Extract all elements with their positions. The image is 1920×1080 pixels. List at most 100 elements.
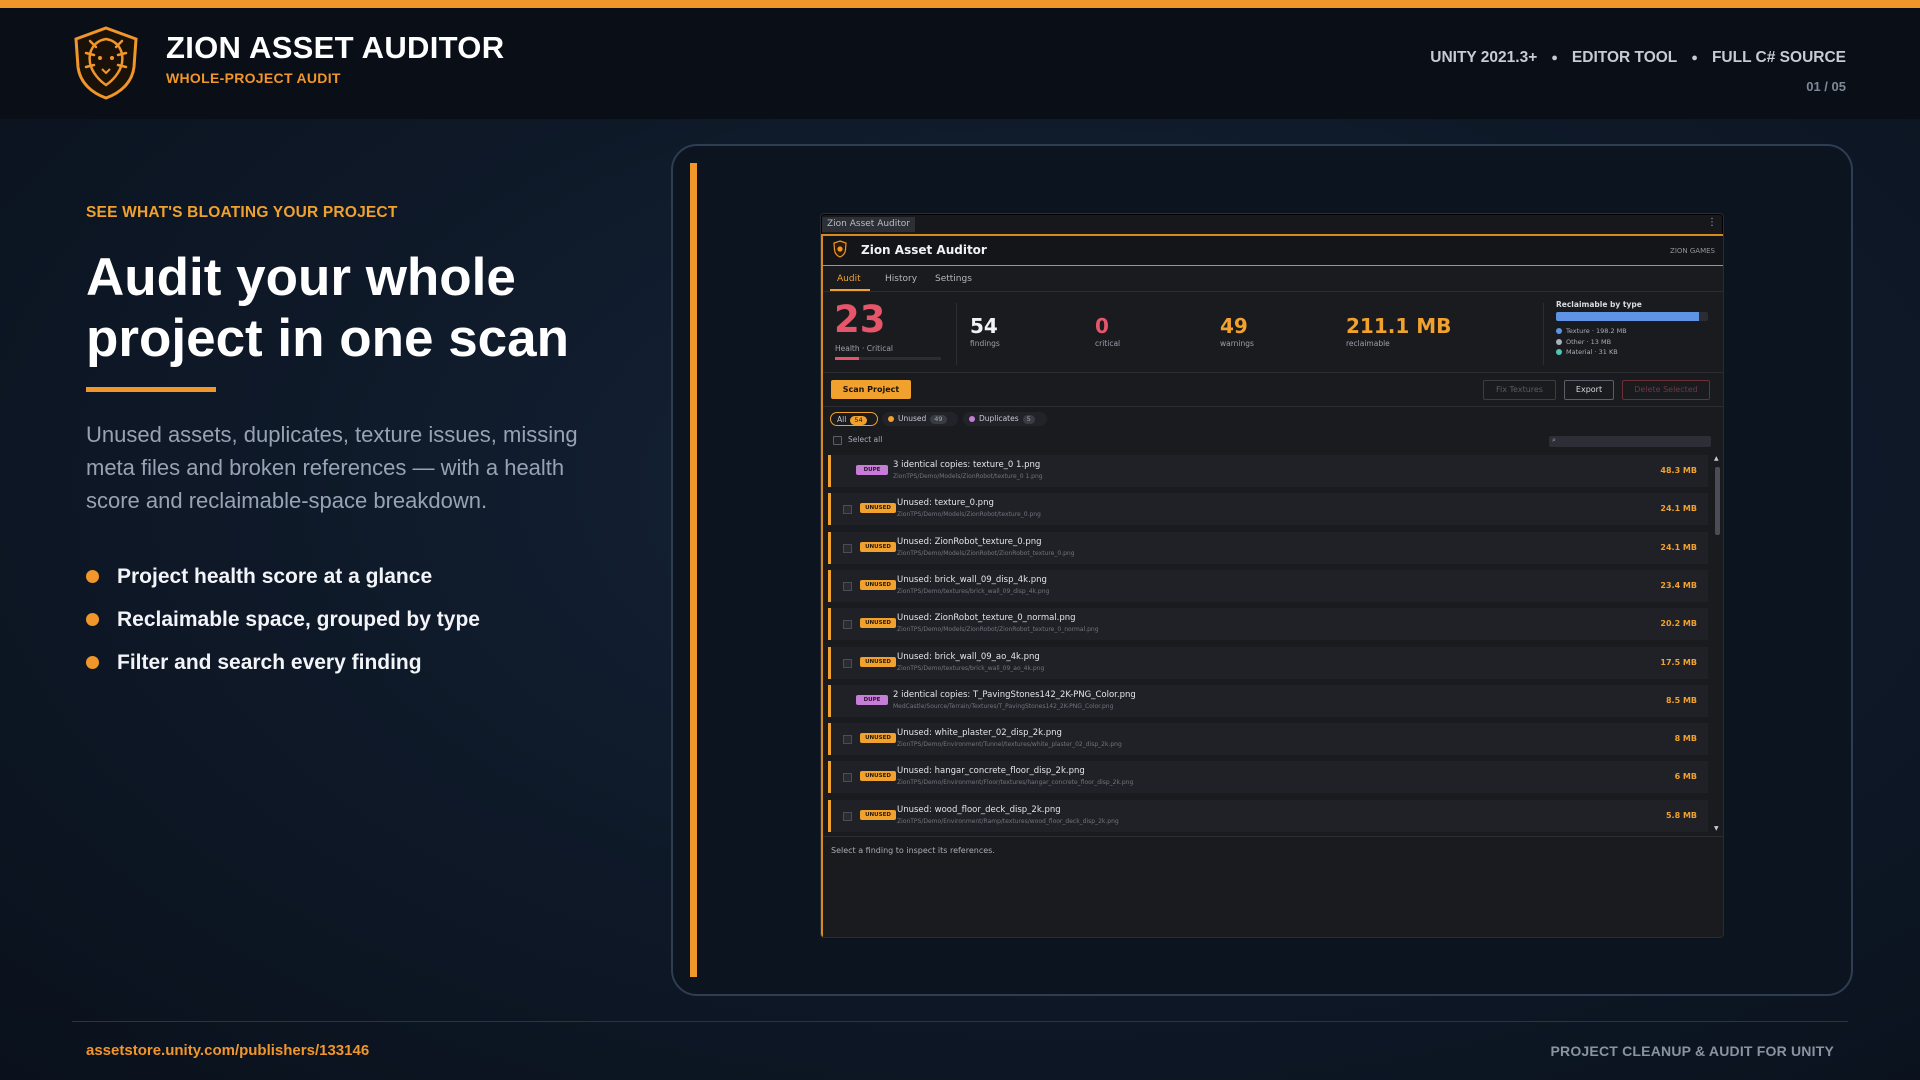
- checkbox-icon: [833, 435, 842, 445]
- active-tab-indicator: [830, 289, 870, 291]
- select-all-label: Select all: [848, 435, 883, 444]
- scroll-up-icon[interactable]: ▲: [1714, 455, 1719, 462]
- separator-dot-icon: ●: [1691, 52, 1698, 64]
- finding-path: ZionTPS/Demo/textures/brick_wall_09_disp…: [897, 587, 1050, 595]
- window-tab[interactable]: Zion Asset Auditor: [822, 217, 916, 232]
- finding-size: 8 MB: [1674, 734, 1697, 744]
- health-bar: [835, 357, 941, 360]
- legend-label: Texture · 198.2 MB: [1566, 327, 1627, 335]
- row-checkbox[interactable]: [843, 735, 852, 745]
- row-checkbox[interactable]: [843, 620, 852, 630]
- duplicate-dot-icon: [969, 416, 975, 422]
- select-all-checkbox[interactable]: Select all: [833, 435, 882, 445]
- auditor-panel: Zion Asset Auditor ZION GAMES Audit Hist…: [821, 234, 1723, 937]
- finding-row[interactable]: UNUSED Unused: ZionRobot_texture_0_normal…: [828, 608, 1708, 641]
- finding-row[interactable]: UNUSED Unused: texture_0.png ZionTPS/Demo/…: [828, 493, 1708, 526]
- publisher-link[interactable]: assetstore.unity.com/publishers/133146: [86, 1042, 369, 1059]
- filter-label: Unused: [898, 414, 927, 423]
- filter-label: Duplicates: [979, 414, 1019, 423]
- finding-size: 5.8 MB: [1665, 810, 1697, 820]
- health-label: Health · Critical: [835, 344, 894, 353]
- finding-path: ZionTPS/Demo/Models/ZionRobot/texture_0.…: [897, 511, 1041, 519]
- legend-item: Texture · 198.2 MB: [1556, 326, 1627, 337]
- lion-shield-logo-icon: [833, 240, 847, 258]
- findings-scrollbar[interactable]: ▲ ▼: [1714, 455, 1720, 833]
- legend-dot-icon: [1556, 328, 1562, 334]
- frame-accent-bar: [690, 163, 697, 977]
- feature-label: Filter and search every finding: [117, 650, 422, 674]
- finding-path: MedCastle/Source/Terrain/Textures/T_Pavi…: [893, 702, 1114, 710]
- filter-count: 5: [1022, 415, 1035, 424]
- feature-item: Project health score at a glance: [86, 555, 480, 598]
- feature-label: Reclaimable space, grouped by type: [117, 607, 480, 631]
- app-header: Zion Asset Auditor ZION GAMES: [823, 236, 1723, 266]
- row-checkbox[interactable]: [843, 811, 852, 821]
- stats-divider: [956, 303, 957, 365]
- brand-title: ZION ASSET AUDITOR: [166, 30, 505, 65]
- finding-size: 20.2 MB: [1660, 619, 1697, 629]
- tab-history[interactable]: History: [885, 274, 917, 284]
- finding-type-badge: DUPE: [856, 465, 888, 475]
- filter-unused-chip[interactable]: Unused 49: [882, 412, 958, 426]
- row-checkbox[interactable]: [843, 773, 852, 783]
- delete-selected-button[interactable]: Delete Selected: [1622, 380, 1710, 400]
- feature-item: Filter and search every finding: [86, 641, 480, 684]
- tab-settings[interactable]: Settings: [935, 274, 972, 284]
- texture-share-fill: [1556, 312, 1699, 321]
- kebab-menu-icon[interactable]: ⋮: [1707, 217, 1717, 228]
- legend-dot-icon: [1556, 338, 1562, 345]
- fix-textures-button[interactable]: Fix Textures: [1483, 380, 1556, 400]
- search-input[interactable]: ⌕: [1549, 436, 1711, 447]
- finding-title: Unused: texture_0.png: [897, 498, 994, 509]
- finding-title: Unused: brick_wall_09_ao_4k.png: [897, 651, 1040, 662]
- reclaimable-legend: Texture · 198.2 MB Other · 13 MB Materia…: [1556, 326, 1627, 358]
- finding-type-badge: UNUSED: [860, 579, 896, 590]
- scroll-down-icon[interactable]: ▼: [1714, 825, 1719, 832]
- findings-label: findings: [970, 339, 1000, 348]
- finding-path: ZionTPS/Demo/textures/brick_wall_09_ao_4…: [897, 664, 1045, 672]
- feature-item: Reclaimable space, grouped by type: [86, 598, 480, 641]
- finding-title: Unused: ZionRobot_texture_0.png: [897, 536, 1042, 547]
- meta-source: FULL C# SOURCE: [1711, 49, 1846, 66]
- editor-window: Zion Asset Auditor ⋮ Zion Asset Auditor …: [820, 213, 1724, 938]
- finding-title: Unused: ZionRobot_texture_0_normal.png: [897, 613, 1076, 624]
- row-checkbox[interactable]: [843, 658, 852, 668]
- finding-type-badge: UNUSED: [860, 809, 896, 820]
- finding-row[interactable]: UNUSED Unused: ZionRobot_texture_0.png Zio…: [828, 531, 1708, 564]
- tab-audit[interactable]: Audit: [837, 274, 861, 284]
- finding-size: 24.1 MB: [1660, 504, 1697, 514]
- finding-size: 6 MB: [1674, 772, 1697, 782]
- finding-row[interactable]: UNUSED Unused: brick_wall_09_disp_4k.png Z…: [828, 569, 1708, 602]
- footer-tagline: PROJECT CLEANUP & AUDIT FOR UNITY: [1550, 1043, 1834, 1059]
- meta-unity-version: UNITY 2021.3+: [1430, 49, 1538, 66]
- health-score: 23: [834, 298, 886, 341]
- scroll-thumb[interactable]: [1715, 467, 1720, 535]
- meta-editor-tool: EDITOR TOOL: [1571, 49, 1678, 66]
- stats-panel: 23 Health · Critical 54 findings 0 criti…: [823, 293, 1723, 373]
- finding-size: 17.5 MB: [1660, 657, 1697, 667]
- critical-count: 0: [1095, 314, 1109, 338]
- app-title: Zion Asset Auditor: [861, 243, 987, 257]
- filter-duplicates-chip[interactable]: Duplicates 5: [963, 412, 1047, 426]
- finding-row[interactable]: UNUSED Unused: brick_wall_09_ao_4k.png Zio…: [828, 646, 1708, 679]
- row-checkbox[interactable]: [843, 543, 852, 553]
- row-checkbox[interactable]: [843, 581, 852, 591]
- row-checkbox[interactable]: [843, 505, 852, 515]
- legend-label: Material · 31 KB: [1566, 348, 1618, 356]
- header-meta: UNITY 2021.3+ ● EDITOR TOOL ● FULL C# SO…: [1430, 49, 1846, 67]
- filter-all-chip[interactable]: All 54: [830, 412, 878, 426]
- scan-project-button[interactable]: Scan Project: [831, 380, 911, 399]
- finding-row[interactable]: UNUSED Unused: hangar_concrete_floor_disp…: [828, 761, 1708, 794]
- finding-type-badge: UNUSED: [860, 656, 896, 667]
- legend-dot-icon: [1556, 349, 1562, 355]
- finding-type-badge: DUPE: [856, 694, 888, 705]
- hero-headline: Audit your whole project in one scan: [86, 248, 570, 368]
- finding-row[interactable]: DUPE 2 identical copies: T_PavingStones14…: [828, 684, 1708, 717]
- warnings-label: warnings: [1220, 339, 1254, 348]
- finding-row[interactable]: DUPE 3 identical copies: texture_0 1.png Z…: [828, 455, 1708, 487]
- finding-row[interactable]: UNUSED Unused: wood_floor_deck_disp_2k.pn…: [828, 799, 1708, 832]
- export-button[interactable]: Export: [1564, 380, 1614, 400]
- finding-type-badge: UNUSED: [860, 733, 896, 744]
- finding-row[interactable]: UNUSED Unused: white_plaster_02_disp_2k.p…: [828, 723, 1708, 756]
- critical-label: critical: [1095, 339, 1121, 348]
